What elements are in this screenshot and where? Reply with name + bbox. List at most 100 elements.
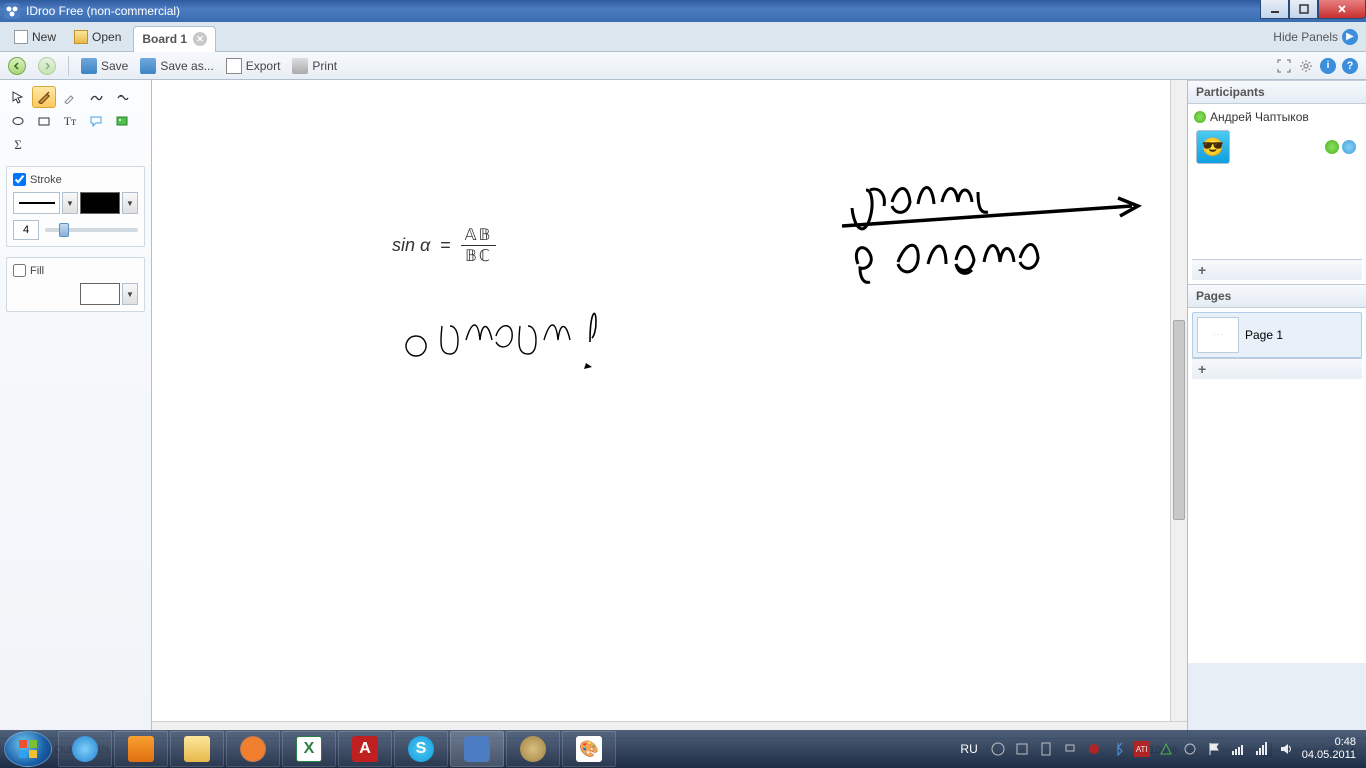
open-board-button[interactable]: Open bbox=[68, 28, 127, 46]
dropdown-arrow-icon[interactable]: ▼ bbox=[62, 192, 78, 214]
saveas-button[interactable]: Save as... bbox=[140, 58, 213, 74]
fill-checkbox[interactable] bbox=[13, 264, 26, 277]
vertical-scrollbar[interactable] bbox=[1170, 80, 1187, 721]
canvas[interactable]: sin α = 𝔸𝔹 𝔹ℂ bbox=[152, 80, 1188, 738]
taskbar-item-ie[interactable] bbox=[58, 731, 112, 767]
bluetooth-icon[interactable] bbox=[1110, 741, 1126, 757]
tab-close-icon[interactable]: ✕ bbox=[193, 32, 207, 46]
line-tool[interactable] bbox=[84, 86, 108, 108]
tabstrip: New Open Board 1 ✕ Hide Panels ▶ bbox=[0, 22, 1366, 52]
close-button[interactable] bbox=[1318, 0, 1366, 19]
ellipse-tool[interactable] bbox=[6, 110, 30, 132]
signal-icon[interactable] bbox=[1254, 741, 1270, 757]
save-icon bbox=[81, 58, 97, 74]
pen-tool[interactable] bbox=[32, 86, 56, 108]
tray-icon[interactable] bbox=[1158, 741, 1174, 757]
app-icon bbox=[4, 3, 20, 19]
participants-header: Participants bbox=[1188, 81, 1366, 104]
rect-tool[interactable] bbox=[32, 110, 56, 132]
save-button[interactable]: Save bbox=[81, 58, 128, 74]
taskbar-item-excel[interactable]: X bbox=[282, 731, 336, 767]
page-item[interactable]: · · · Page 1 bbox=[1192, 312, 1362, 358]
formula-tool[interactable]: Σ bbox=[6, 134, 30, 156]
nav-back-button[interactable] bbox=[8, 57, 26, 75]
highlighter-tool[interactable] bbox=[58, 86, 82, 108]
taskbar-item-paint[interactable]: 🎨 bbox=[562, 731, 616, 767]
stroke-section: Stroke ▼ ▼ bbox=[6, 166, 145, 247]
tray-icon[interactable] bbox=[1014, 741, 1030, 757]
arrow-right-icon: ▶ bbox=[1342, 29, 1358, 45]
settings-icon[interactable] bbox=[1298, 58, 1314, 74]
taskbar-item-idroo[interactable] bbox=[450, 731, 504, 767]
stroke-size-slider[interactable] bbox=[45, 228, 138, 232]
call-icon[interactable] bbox=[1325, 140, 1339, 154]
tab-label: Board 1 bbox=[142, 32, 187, 46]
freehand-tool[interactable] bbox=[110, 86, 134, 108]
minimize-button[interactable] bbox=[1260, 0, 1289, 19]
nav-forward-button[interactable] bbox=[38, 57, 56, 75]
pages-header: Pages bbox=[1188, 285, 1366, 308]
chat-icon[interactable] bbox=[1342, 140, 1356, 154]
network-icon[interactable] bbox=[1230, 741, 1246, 757]
stroke-style-dropdown[interactable] bbox=[13, 192, 60, 214]
folder-icon bbox=[74, 30, 88, 44]
tray-icon[interactable] bbox=[1086, 741, 1102, 757]
stroke-label: Stroke bbox=[30, 174, 62, 186]
taskbar-item-app1[interactable] bbox=[506, 731, 560, 767]
status-online-icon bbox=[1194, 111, 1206, 123]
formula-object[interactable]: sin α = 𝔸𝔹 𝔹ℂ bbox=[392, 225, 496, 266]
taskbar-item-skype[interactable]: S bbox=[394, 731, 448, 767]
hide-panels-button[interactable]: Hide Panels ▶ bbox=[1273, 29, 1358, 45]
participants-panel: Participants Андрей Чаптыков 😎 + bbox=[1188, 80, 1366, 284]
select-tool[interactable] bbox=[6, 86, 30, 108]
volume-icon[interactable] bbox=[1278, 741, 1294, 757]
tray-icon[interactable] bbox=[990, 741, 1006, 757]
add-page-button[interactable]: + bbox=[1192, 358, 1362, 379]
export-button[interactable]: Export bbox=[226, 58, 281, 74]
text-tool[interactable]: Tт bbox=[58, 110, 82, 132]
fullscreen-icon[interactable] bbox=[1276, 58, 1292, 74]
image-tool[interactable] bbox=[110, 110, 134, 132]
pages-panel: Pages · · · Page 1 + bbox=[1188, 284, 1366, 663]
clock[interactable]: 0:48 04.05.2011 bbox=[1302, 736, 1356, 762]
dropdown-arrow-icon[interactable]: ▼ bbox=[122, 283, 138, 305]
tools-panel: Tт Σ Stroke ▼ ▼ Fill bbox=[0, 80, 152, 738]
maximize-button[interactable] bbox=[1289, 0, 1318, 19]
window-titlebar: IDroo Free (non-commercial) bbox=[0, 0, 1366, 22]
taskbar-item-acrobat[interactable]: A bbox=[338, 731, 392, 767]
taskbar-item-firefox[interactable] bbox=[226, 731, 280, 767]
right-panels: Participants Андрей Чаптыков 😎 + Page bbox=[1188, 80, 1366, 738]
handwriting-note bbox=[842, 152, 1162, 292]
print-button[interactable]: Print bbox=[292, 58, 337, 74]
tray-icon[interactable]: ATI bbox=[1134, 741, 1150, 757]
tray-icon[interactable] bbox=[1182, 741, 1198, 757]
speech-tool[interactable] bbox=[84, 110, 108, 132]
board-tab[interactable]: Board 1 ✕ bbox=[133, 26, 216, 52]
tray-icon[interactable] bbox=[1038, 741, 1054, 757]
taskbar-item-explorer[interactable] bbox=[170, 731, 224, 767]
toolbar: Save Save as... Export Print i ? bbox=[0, 52, 1366, 80]
language-indicator[interactable]: RU bbox=[960, 742, 977, 756]
start-button[interactable] bbox=[4, 731, 52, 767]
new-board-button[interactable]: New bbox=[8, 28, 62, 46]
info-icon[interactable]: i bbox=[1320, 58, 1336, 74]
window-title: IDroo Free (non-commercial) bbox=[26, 4, 180, 18]
stroke-checkbox[interactable] bbox=[13, 173, 26, 186]
file-icon bbox=[14, 30, 28, 44]
fill-color-swatch[interactable] bbox=[80, 283, 120, 305]
add-participant-button[interactable]: + bbox=[1192, 259, 1362, 280]
print-icon bbox=[292, 58, 308, 74]
stroke-size-input[interactable] bbox=[13, 220, 39, 240]
participant-row[interactable]: Андрей Чаптыков bbox=[1192, 108, 1362, 126]
participant-name: Андрей Чаптыков bbox=[1210, 110, 1309, 124]
avatar[interactable]: 😎 bbox=[1196, 130, 1230, 164]
flag-icon[interactable] bbox=[1206, 741, 1222, 757]
help-icon[interactable]: ? bbox=[1342, 58, 1358, 74]
tray-icon[interactable] bbox=[1062, 741, 1078, 757]
dropdown-arrow-icon[interactable]: ▼ bbox=[122, 192, 138, 214]
pen-cursor-icon bbox=[582, 355, 598, 371]
stroke-color-swatch[interactable] bbox=[80, 192, 120, 214]
page-label: Page 1 bbox=[1245, 328, 1283, 342]
participant-avatar-row: 😎 bbox=[1192, 126, 1362, 168]
taskbar-item-wmp[interactable] bbox=[114, 731, 168, 767]
